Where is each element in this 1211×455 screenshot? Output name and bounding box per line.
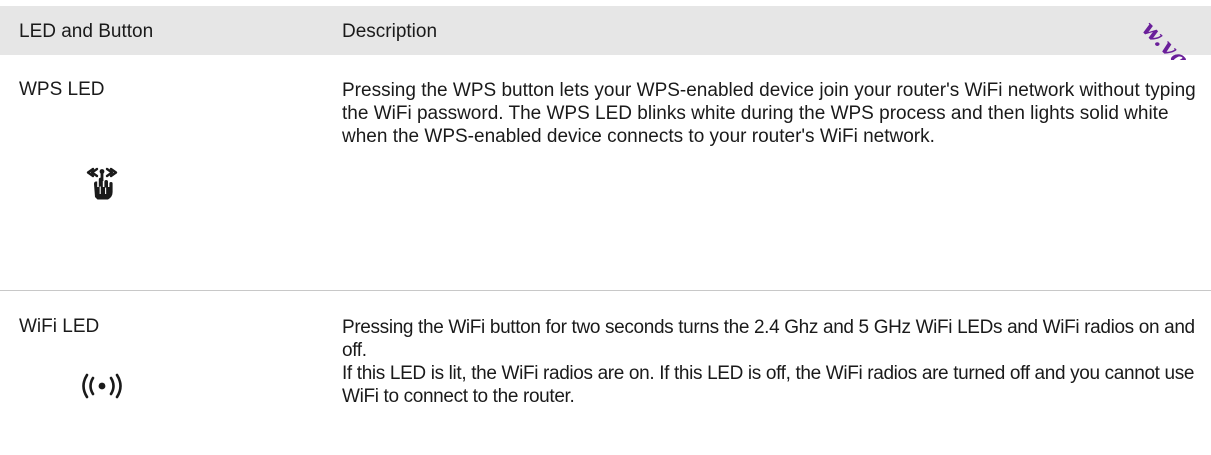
table-header-row: LED and Button Description	[0, 6, 1211, 55]
led-name-wifi: WiFi LED	[19, 316, 100, 337]
header-description: Description	[342, 21, 438, 42]
description-paragraph: Pressing the WiFi button for two seconds…	[342, 317, 1195, 361]
description-paragraph: If this LED is lit, the WiFi radios are …	[342, 363, 1195, 407]
watermark: w.va	[1141, 0, 1211, 60]
header-led-and-button: LED and Button	[19, 21, 154, 42]
led-name-wps: WPS LED	[19, 79, 105, 100]
description-wps: Pressing the WPS button lets your WPS-en…	[342, 79, 1197, 148]
watermark-text: w.va	[1141, 16, 1195, 60]
table-row-wps-led: WPS LED Pressing the WPS button lets you…	[0, 55, 1211, 290]
table-row-wifi-led: WiFi LED Pressing the WiFi button for tw…	[0, 291, 1211, 455]
wifi-icon	[82, 373, 122, 399]
description-paragraph: Pressing the WPS button lets your WPS-en…	[342, 80, 1196, 147]
wps-icon	[86, 167, 118, 200]
description-wifi: Pressing the WiFi button for two seconds…	[342, 316, 1197, 408]
